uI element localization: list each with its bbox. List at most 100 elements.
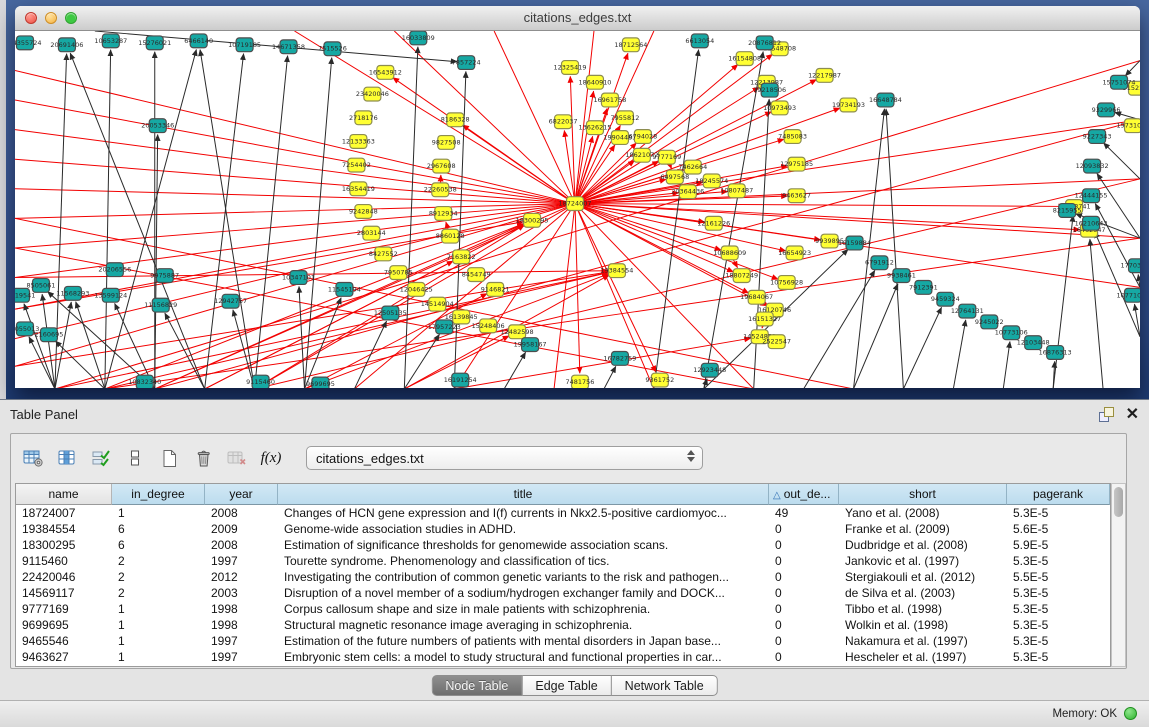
show-columns-icon[interactable] — [53, 444, 81, 472]
cell-year[interactable]: 2009 — [205, 521, 278, 537]
tab-network-table[interactable]: Network Table — [612, 675, 718, 696]
cell-year[interactable]: 1997 — [205, 553, 278, 569]
cell-short[interactable]: Stergiakouli et al. (2012) — [839, 569, 1007, 585]
network-canvas[interactable]: 1872400718300295165439122342004627181761… — [15, 31, 1140, 388]
cell-in_degree[interactable]: 2 — [112, 569, 205, 585]
cell-name[interactable]: 9699695 — [16, 617, 112, 633]
column-header-in_degree[interactable]: in_degree — [112, 484, 205, 505]
cell-year[interactable]: 1997 — [205, 649, 278, 665]
cell-short[interactable]: Hescheler et al. (1997) — [839, 649, 1007, 665]
cell-in_degree[interactable]: 2 — [112, 585, 205, 601]
cell-short[interactable]: Nakamura et al. (1997) — [839, 633, 1007, 649]
cell-year[interactable]: 1998 — [205, 601, 278, 617]
cell-title[interactable]: Changes of HCN gene expression and I(f) … — [278, 505, 769, 521]
cell-in_degree[interactable]: 2 — [112, 553, 205, 569]
cell-title[interactable]: Tourette syndrome. Phenomenology and cla… — [278, 553, 769, 569]
function-builder-icon[interactable]: f(x) — [257, 444, 285, 472]
cell-pagerank[interactable]: 5.3E-5 — [1007, 601, 1110, 617]
cell-short[interactable]: Wolkin et al. (1998) — [839, 617, 1007, 633]
cell-name[interactable]: 14569117 — [16, 585, 112, 601]
table-row[interactable]: 946554611997Estimation of the future num… — [16, 633, 1110, 649]
table-row[interactable]: 1830029562008Estimation of significance … — [16, 537, 1110, 553]
column-header-short[interactable]: short — [839, 484, 1007, 505]
column-header-name[interactable]: name — [16, 484, 112, 505]
tab-node-table[interactable]: Node Table — [431, 675, 522, 696]
cell-pagerank[interactable]: 5.3E-5 — [1007, 585, 1110, 601]
delete-table-icon[interactable] — [223, 444, 251, 472]
cell-in_degree[interactable]: 1 — [112, 649, 205, 665]
create-column-icon[interactable] — [155, 444, 183, 472]
cell-out_de[interactable]: 0 — [769, 601, 839, 617]
tab-edge-table[interactable]: Edge Table — [522, 675, 611, 696]
cell-pagerank[interactable]: 5.9E-5 — [1007, 537, 1110, 553]
cell-year[interactable]: 2012 — [205, 569, 278, 585]
citation-network-graph[interactable]: 1872400718300295165439122342004627181761… — [15, 31, 1140, 388]
table-row[interactable]: 1938455462009Genome-wide association stu… — [16, 521, 1110, 537]
table-row[interactable]: 1872400712008Changes of HCN gene express… — [16, 505, 1110, 521]
memory-status-indicator[interactable] — [1124, 707, 1137, 720]
cell-in_degree[interactable]: 1 — [112, 617, 205, 633]
scrollbar-thumb[interactable] — [1114, 487, 1123, 517]
cell-in_degree[interactable]: 6 — [112, 537, 205, 553]
cell-in_degree[interactable]: 1 — [112, 505, 205, 521]
cell-year[interactable]: 2008 — [205, 537, 278, 553]
cell-out_de[interactable]: 0 — [769, 521, 839, 537]
cell-out_de[interactable]: 0 — [769, 649, 839, 665]
table-row[interactable]: 1456911722003Disruption of a novel membe… — [16, 585, 1110, 601]
cell-short[interactable]: de Silva et al. (2003) — [839, 585, 1007, 601]
cell-short[interactable]: Dudbridge et al. (2008) — [839, 537, 1007, 553]
cell-name[interactable]: 9115460 — [16, 553, 112, 569]
cell-short[interactable]: Yano et al. (2008) — [839, 505, 1007, 521]
cell-name[interactable]: 9465546 — [16, 633, 112, 649]
cell-title[interactable]: Estimation of the future numbers of pati… — [278, 633, 769, 649]
zoom-window-icon[interactable] — [65, 12, 77, 24]
float-panel-icon[interactable] — [1099, 407, 1114, 422]
row-height-icon[interactable] — [121, 444, 149, 472]
delete-column-icon[interactable] — [189, 444, 217, 472]
cell-title[interactable]: Embryonic stem cells: a model to study s… — [278, 649, 769, 665]
cell-short[interactable]: Jankovic et al. (1997) — [839, 553, 1007, 569]
cell-title[interactable]: Genome-wide association studies in ADHD. — [278, 521, 769, 537]
window-titlebar[interactable]: citations_edges.txt — [15, 6, 1140, 31]
column-header-out_de[interactable]: △out_de... — [769, 484, 839, 505]
cell-title[interactable]: Disruption of a novel member of a sodium… — [278, 585, 769, 601]
table-row[interactable]: 911546021997Tourette syndrome. Phenomeno… — [16, 553, 1110, 569]
cell-out_de[interactable]: 0 — [769, 537, 839, 553]
cell-title[interactable]: Corpus callosum shape and size in male p… — [278, 601, 769, 617]
table-row[interactable]: 977716911998Corpus callosum shape and si… — [16, 601, 1110, 617]
cell-pagerank[interactable]: 5.3E-5 — [1007, 553, 1110, 569]
close-window-icon[interactable] — [25, 12, 37, 24]
cell-out_de[interactable]: 0 — [769, 633, 839, 649]
cell-pagerank[interactable]: 5.3E-5 — [1007, 505, 1110, 521]
table-row[interactable]: 946362711997Embryonic stem cells: a mode… — [16, 649, 1110, 665]
cell-in_degree[interactable]: 6 — [112, 521, 205, 537]
cell-name[interactable]: 22420046 — [16, 569, 112, 585]
cell-name[interactable]: 18300295 — [16, 537, 112, 553]
minimize-window-icon[interactable] — [45, 12, 57, 24]
cell-out_de[interactable]: 0 — [769, 585, 839, 601]
table-selector-dropdown[interactable]: citations_edges.txt — [306, 446, 703, 470]
network-window[interactable]: citations_edges.txt 18724007183002951654… — [15, 6, 1140, 388]
cell-in_degree[interactable]: 1 — [112, 633, 205, 649]
cell-short[interactable]: Franke et al. (2009) — [839, 521, 1007, 537]
table-mode-icon[interactable] — [19, 444, 47, 472]
cell-out_de[interactable]: 0 — [769, 553, 839, 569]
cell-pagerank[interactable]: 5.5E-5 — [1007, 569, 1110, 585]
cell-year[interactable]: 1998 — [205, 617, 278, 633]
cell-out_de[interactable]: 0 — [769, 569, 839, 585]
cell-short[interactable]: Tibbo et al. (1998) — [839, 601, 1007, 617]
cell-title[interactable]: Structural magnetic resonance image aver… — [278, 617, 769, 633]
column-header-year[interactable]: year — [205, 484, 278, 505]
cell-pagerank[interactable]: 5.3E-5 — [1007, 649, 1110, 665]
cell-year[interactable]: 1997 — [205, 633, 278, 649]
cell-title[interactable]: Investigating the contribution of common… — [278, 569, 769, 585]
cell-pagerank[interactable]: 5.3E-5 — [1007, 633, 1110, 649]
cell-name[interactable]: 19384554 — [16, 521, 112, 537]
cell-pagerank[interactable]: 5.3E-5 — [1007, 617, 1110, 633]
column-header-title[interactable]: title — [278, 484, 769, 505]
table-row[interactable]: 2242004622012Investigating the contribut… — [16, 569, 1110, 585]
cell-name[interactable]: 18724007 — [16, 505, 112, 521]
table-row[interactable]: 969969511998Structural magnetic resonanc… — [16, 617, 1110, 633]
cell-year[interactable]: 2003 — [205, 585, 278, 601]
cell-year[interactable]: 2008 — [205, 505, 278, 521]
